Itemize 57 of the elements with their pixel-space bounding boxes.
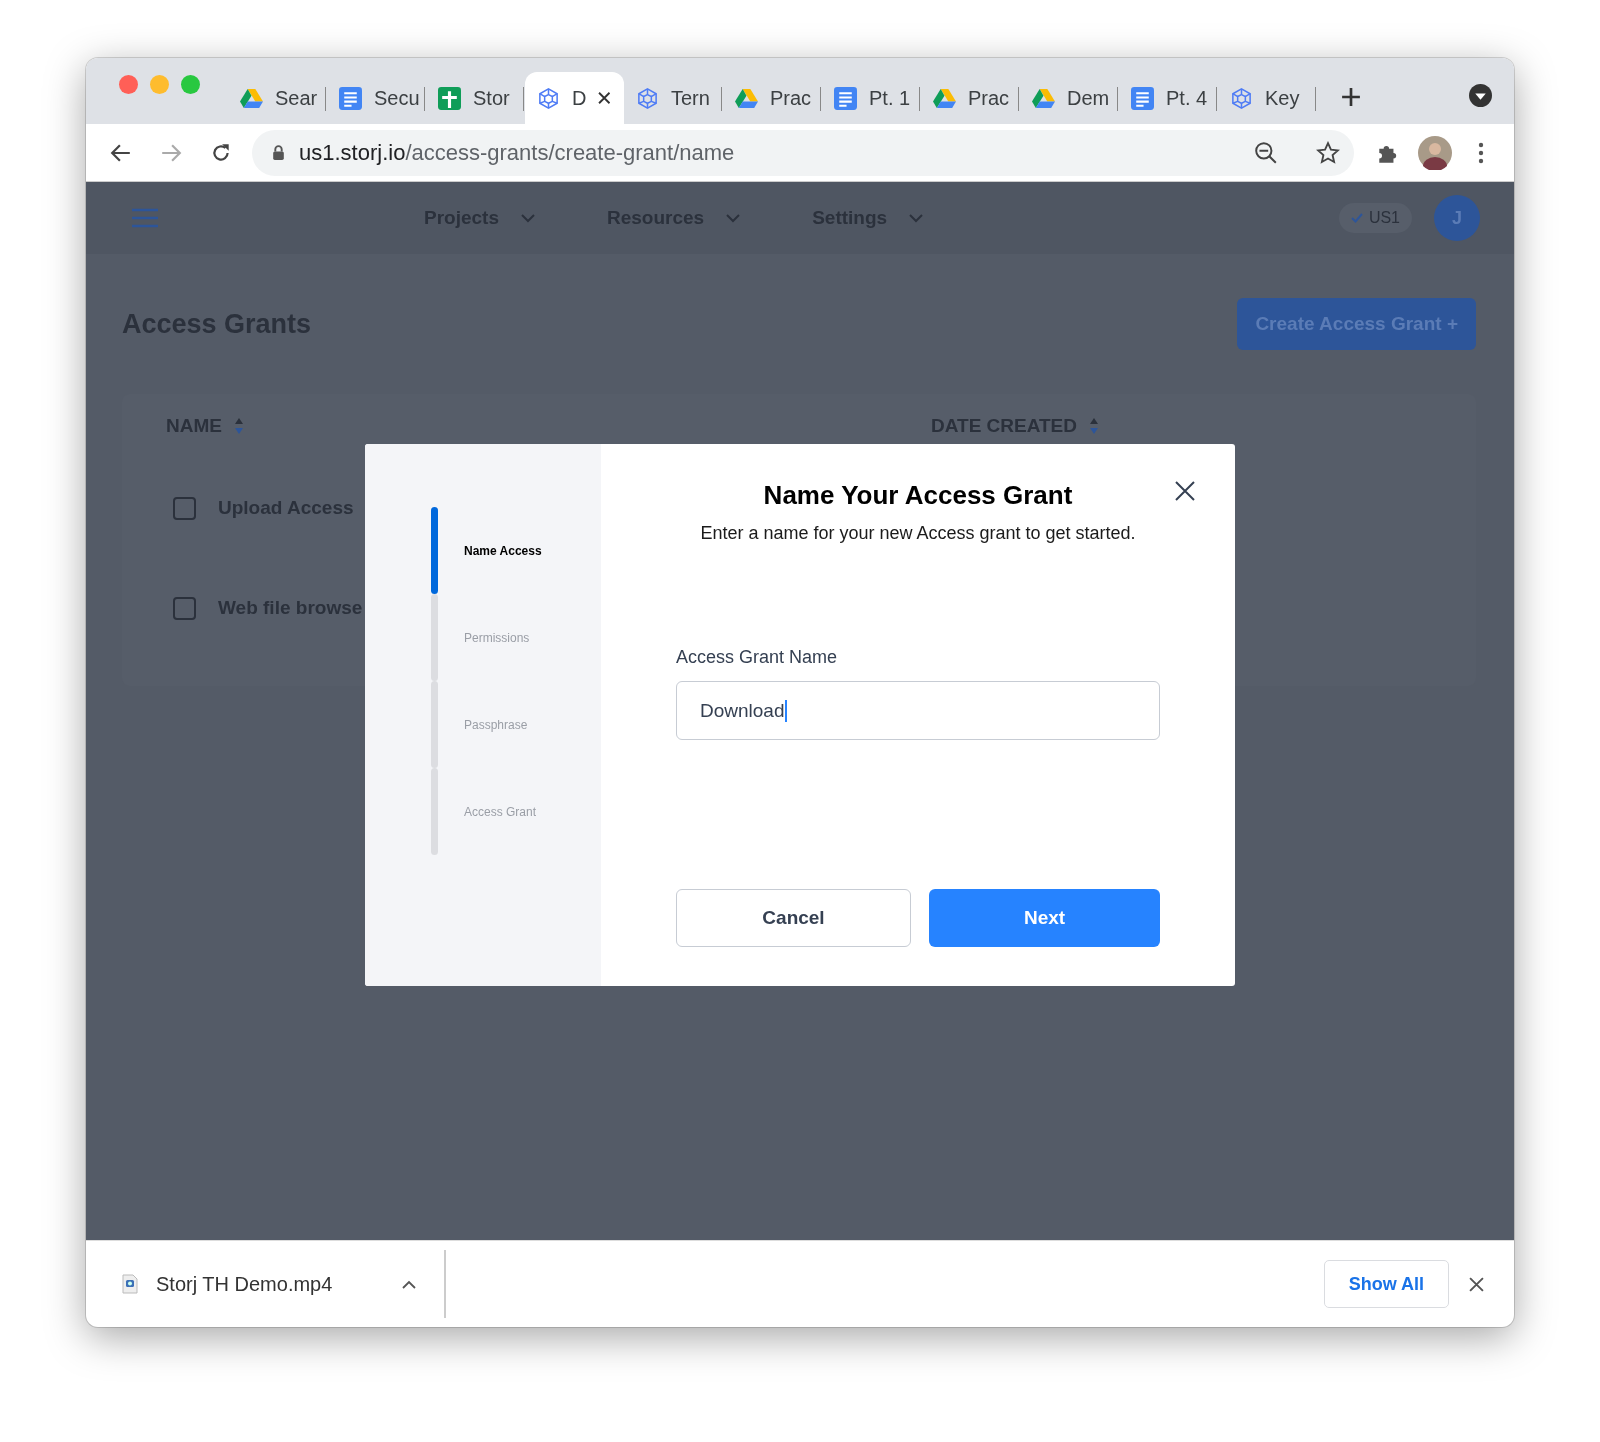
profile-avatar[interactable] xyxy=(1418,135,1452,170)
address-bar[interactable]: us1.storj.io/access-grants/create-grant/name xyxy=(252,129,1354,176)
chevron-down-icon xyxy=(726,213,741,223)
browser-tab[interactable]: Sear xyxy=(228,72,327,124)
dialog-title: Name Your Access Grant xyxy=(762,480,1074,511)
url-text: us1.storj.io/access-grants/create-grant/name xyxy=(299,139,736,166)
drive-icon xyxy=(735,86,758,110)
reload-icon[interactable] xyxy=(210,141,232,164)
video-file-icon xyxy=(122,1274,138,1294)
hexagon-icon xyxy=(537,86,560,110)
document-icon xyxy=(834,86,857,110)
browser-tab[interactable]: Pt. 1 xyxy=(822,72,921,124)
browser-tab[interactable]: D xyxy=(525,72,624,124)
step-label: Name Access xyxy=(464,543,542,558)
zoom-out-icon[interactable] xyxy=(1254,140,1278,165)
browser-tab[interactable]: Key xyxy=(1218,72,1317,124)
lock-icon xyxy=(272,144,285,161)
spreadsheet-icon xyxy=(438,86,461,110)
sort-icon xyxy=(233,416,244,436)
close-icon[interactable] xyxy=(1175,481,1195,501)
browser-tab[interactable]: Prac xyxy=(723,72,822,124)
caret-icon[interactable] xyxy=(402,1279,416,1289)
dialog-subtitle: Enter a name for your new Access grant to get started. xyxy=(699,523,1137,544)
hexagon-icon xyxy=(1230,86,1253,110)
step-label: Permissions xyxy=(464,630,530,645)
row-checkbox[interactable] xyxy=(173,496,196,520)
name-input-field[interactable]: Download xyxy=(676,681,1160,740)
close-tab-icon[interactable] xyxy=(598,91,611,105)
drive-icon xyxy=(240,86,263,110)
browser-tab[interactable]: Tern xyxy=(624,72,723,124)
chevron-down-icon xyxy=(521,213,535,223)
hexagon-icon xyxy=(636,86,659,110)
sort-icon xyxy=(1089,416,1100,436)
browser-tab[interactable]: Pt. 4 xyxy=(1119,72,1218,124)
browser-tab[interactable]: Stor xyxy=(426,72,525,124)
new-tab-icon[interactable] xyxy=(1341,87,1361,107)
drive-icon xyxy=(1032,86,1055,110)
browser-menu-icon[interactable] xyxy=(1478,141,1484,164)
document-icon xyxy=(339,86,362,110)
step-label: Access Grant xyxy=(464,804,537,819)
show-all-button[interactable]: Show All xyxy=(1323,1260,1449,1308)
browser-tab[interactable]: Dem xyxy=(1020,72,1119,124)
tab-search-icon[interactable] xyxy=(1469,84,1492,107)
check-icon xyxy=(1350,213,1363,223)
drive-icon xyxy=(933,86,956,110)
step-label: Passphrase xyxy=(464,717,528,732)
chevron-down-icon xyxy=(909,213,924,223)
browser-tab[interactable]: Secu xyxy=(327,72,426,124)
field-label: Access Grant Name xyxy=(676,647,839,668)
cancel-button[interactable]: Cancel xyxy=(676,889,911,947)
bookmark-star-icon[interactable] xyxy=(1316,140,1340,165)
row-checkbox[interactable] xyxy=(173,596,196,620)
document-icon xyxy=(1131,86,1154,110)
close-icon[interactable] xyxy=(1469,1276,1484,1292)
browser-tab[interactable]: Prac xyxy=(921,72,1020,124)
download-filename[interactable]: Storj TH Demo.mp4 xyxy=(156,1272,384,1296)
next-button[interactable]: Next xyxy=(929,889,1160,947)
